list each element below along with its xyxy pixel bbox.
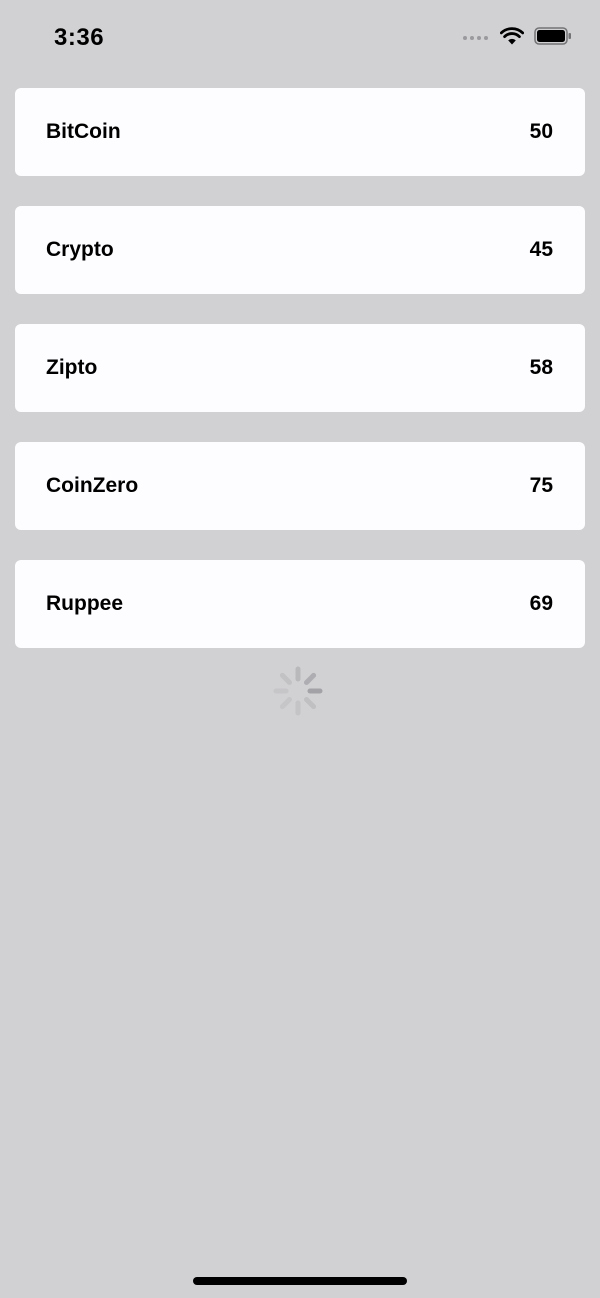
list-item[interactable]: Crypto 45 bbox=[15, 206, 585, 294]
list-item[interactable]: Ruppee 69 bbox=[15, 560, 585, 648]
battery-icon bbox=[534, 26, 572, 50]
coin-name: CoinZero bbox=[46, 474, 139, 497]
coin-name: Ruppee bbox=[46, 592, 124, 615]
wifi-icon bbox=[499, 26, 525, 50]
coin-list: BitCoin 50 Crypto 45 Zipto 58 CoinZero 7… bbox=[15, 88, 585, 678]
status-time: 3:36 bbox=[54, 24, 105, 51]
spinner-icon bbox=[270, 663, 326, 719]
list-item[interactable]: Zipto 58 bbox=[15, 324, 585, 412]
coin-name: BitCoin bbox=[46, 120, 121, 143]
coin-value: 69 bbox=[529, 592, 553, 615]
coin-value: 75 bbox=[529, 474, 553, 497]
list-item[interactable]: CoinZero 75 bbox=[15, 442, 585, 530]
coin-name: Zipto bbox=[46, 356, 98, 379]
status-bar: 3:36 bbox=[0, 0, 600, 76]
home-indicator[interactable] bbox=[193, 1277, 407, 1285]
list-item[interactable]: BitCoin 50 bbox=[15, 88, 585, 176]
coin-name: Crypto bbox=[46, 238, 114, 261]
coin-value: 50 bbox=[529, 120, 553, 143]
coin-value: 45 bbox=[529, 238, 553, 261]
signal-dots-icon bbox=[463, 36, 488, 40]
coin-value: 58 bbox=[529, 356, 553, 379]
status-icons bbox=[463, 26, 572, 50]
